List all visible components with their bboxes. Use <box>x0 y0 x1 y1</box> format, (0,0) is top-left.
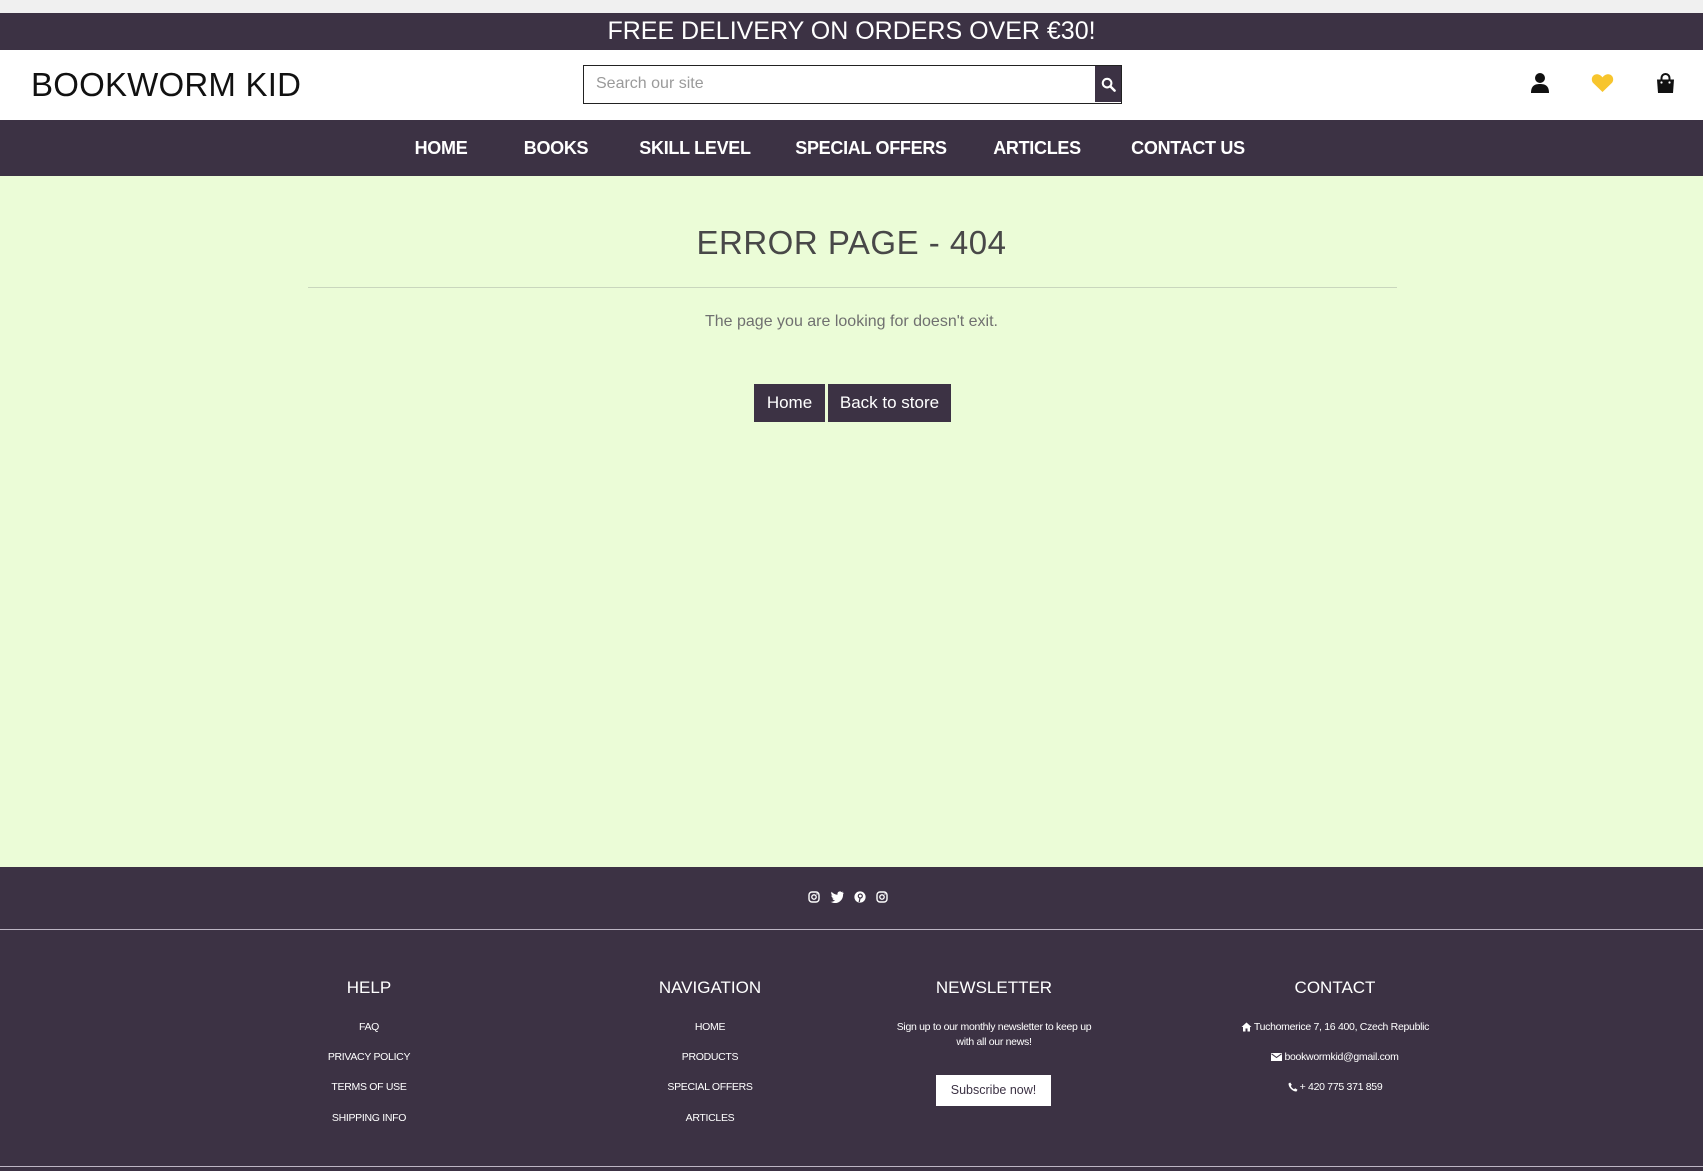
search-input[interactable] <box>584 66 1094 102</box>
search-button[interactable] <box>1095 66 1121 102</box>
contact-address-text: Tuchomerice 7, 16 400, Czech Republic <box>1253 1021 1430 1033</box>
title-divider <box>308 287 1397 288</box>
nav-item-contact-us[interactable]: CONTACT US <box>1131 120 1245 176</box>
pinterest-icon <box>854 891 866 903</box>
account-button[interactable] <box>1527 70 1553 96</box>
shopping-bag-icon <box>1656 72 1674 93</box>
footer-link-articles[interactable]: ARTICLES <box>540 1112 880 1124</box>
home-icon <box>1241 1022 1252 1032</box>
home-button[interactable]: Home <box>754 384 825 422</box>
envelope-icon <box>1271 1053 1283 1062</box>
subscribe-button[interactable]: Subscribe now! <box>936 1075 1051 1106</box>
browser-top-strip <box>0 0 1703 13</box>
contact-address: Tuchomerice 7, 16 400, Czech Republic <box>1165 1021 1505 1033</box>
search-bar <box>583 65 1122 104</box>
cart-button[interactable] <box>1652 70 1678 96</box>
error-content: ERROR PAGE - 404 The page you are lookin… <box>0 176 1703 867</box>
search-icon <box>1101 77 1116 92</box>
newsletter-text: Sign up to our monthly newsletter to kee… <box>896 1021 1092 1048</box>
logo-thin-text: KID <box>245 66 302 103</box>
nav-item-articles[interactable]: ARTICLES <box>993 120 1081 176</box>
footer-link-terms-of-use[interactable]: TERMS OF USE <box>199 1081 539 1093</box>
footer-link-home[interactable]: HOME <box>540 1021 880 1033</box>
footer-link-products[interactable]: PRODUCTS <box>540 1051 880 1063</box>
delivery-banner: FREE DELIVERY ON ORDERS OVER €30! <box>0 13 1703 50</box>
contact-phone-text: + 420 775 371 859 <box>1299 1081 1383 1093</box>
twitter-icon <box>830 891 844 903</box>
wishlist-button[interactable] <box>1589 70 1615 96</box>
footer-heading-newsletter: NEWSLETTER <box>935 978 1053 997</box>
page-title: ERROR PAGE - 404 <box>696 224 1007 261</box>
contact-phone[interactable]: + 420 775 371 859 <box>1165 1081 1505 1093</box>
nav-item-skill-level[interactable]: SKILL LEVEL <box>639 120 751 176</box>
back-to-store-button[interactable]: Back to store <box>828 384 951 422</box>
contact-email[interactable]: bookwormkid@gmail.com <box>1165 1051 1505 1063</box>
footer-link-faq[interactable]: FAQ <box>199 1021 539 1033</box>
nav-item-home[interactable]: HOME <box>415 120 468 176</box>
phone-icon <box>1288 1082 1298 1092</box>
main-nav: HOME BOOKS SKILL LEVEL SPECIAL OFFERS AR… <box>0 120 1703 176</box>
footer-link-privacy-policy[interactable]: PRIVACY POLICY <box>199 1051 539 1063</box>
site-logo[interactable]: BOOKWORM KID <box>31 66 301 104</box>
instagram-link-2[interactable] <box>875 890 889 904</box>
instagram-link[interactable] <box>807 890 821 904</box>
instagram-icon <box>808 891 820 903</box>
logo-bold-text: BOOKWORM <box>31 66 237 103</box>
footer-bottom-divider <box>0 1166 1703 1167</box>
pinterest-link[interactable] <box>853 890 867 904</box>
instagram-icon <box>876 891 888 903</box>
delivery-banner-text: FREE DELIVERY ON ORDERS OVER €30! <box>607 17 1096 45</box>
nav-item-books[interactable]: BOOKS <box>524 120 589 176</box>
social-bar <box>0 867 1703 929</box>
contact-email-text: bookwormkid@gmail.com <box>1284 1051 1399 1063</box>
heart-icon <box>1591 74 1613 93</box>
footer-link-special-offers[interactable]: SPECIAL OFFERS <box>540 1081 880 1093</box>
site-header: BOOKWORM KID <box>0 50 1703 120</box>
footer-heading-help: HELP <box>346 978 392 997</box>
error-message: The page you are looking for doesn't exi… <box>704 313 998 330</box>
site-footer: HELP FAQ PRIVACY POLICY TERMS OF USE SHI… <box>0 930 1703 1171</box>
footer-link-shipping-info[interactable]: SHIPPING INFO <box>199 1112 539 1124</box>
user-icon <box>1531 73 1549 93</box>
nav-item-special-offers[interactable]: SPECIAL OFFERS <box>795 120 947 176</box>
footer-heading-contact: CONTACT <box>1294 978 1376 997</box>
twitter-link[interactable] <box>830 890 844 904</box>
